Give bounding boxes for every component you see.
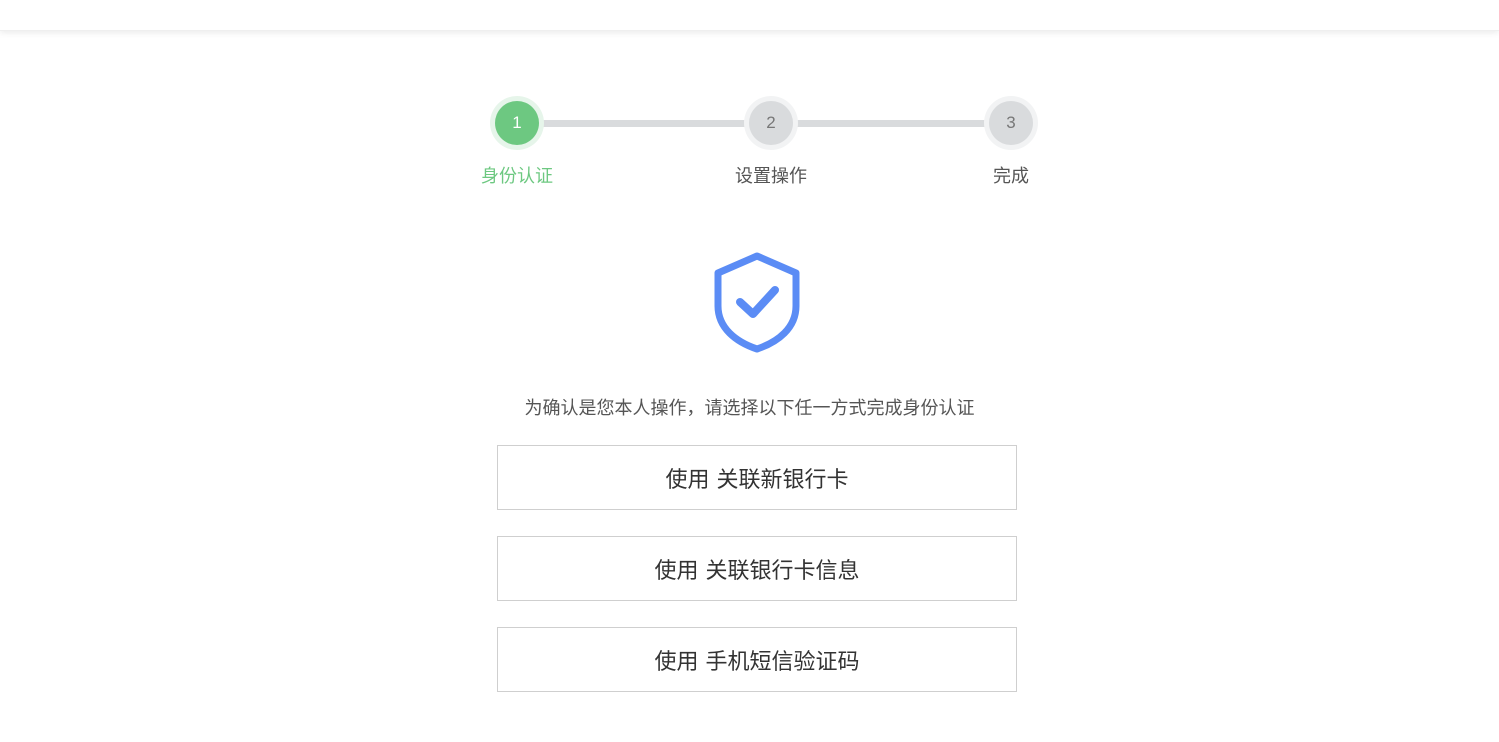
verify-new-bank-card-button[interactable]: 使用 关联新银行卡 — [497, 445, 1017, 510]
step-identity-verification: 1 身份认证 — [457, 96, 577, 188]
step-number-2: 2 — [749, 101, 793, 145]
step-label-2: 设置操作 — [735, 166, 807, 187]
step-label-1: 身份认证 — [481, 166, 553, 187]
step-number-3: 3 — [989, 101, 1033, 145]
top-bar — [0, 0, 1499, 31]
step-number-1: 1 — [495, 101, 539, 145]
step-complete: 3 完成 — [951, 96, 1071, 188]
shield-check-icon — [710, 250, 804, 354]
verification-prompt: 为确认是您本人操作，请选择以下任一方式完成身份认证 — [524, 398, 975, 419]
step-label-3: 完成 — [993, 166, 1029, 187]
progress-stepper: 1 身份认证 2 设置操作 3 完成 — [470, 96, 1040, 196]
verify-linked-bank-card-info-button[interactable]: 使用 关联银行卡信息 — [497, 536, 1017, 601]
verify-sms-code-button[interactable]: 使用 手机短信验证码 — [497, 627, 1017, 692]
step-settings: 2 设置操作 — [711, 96, 831, 188]
